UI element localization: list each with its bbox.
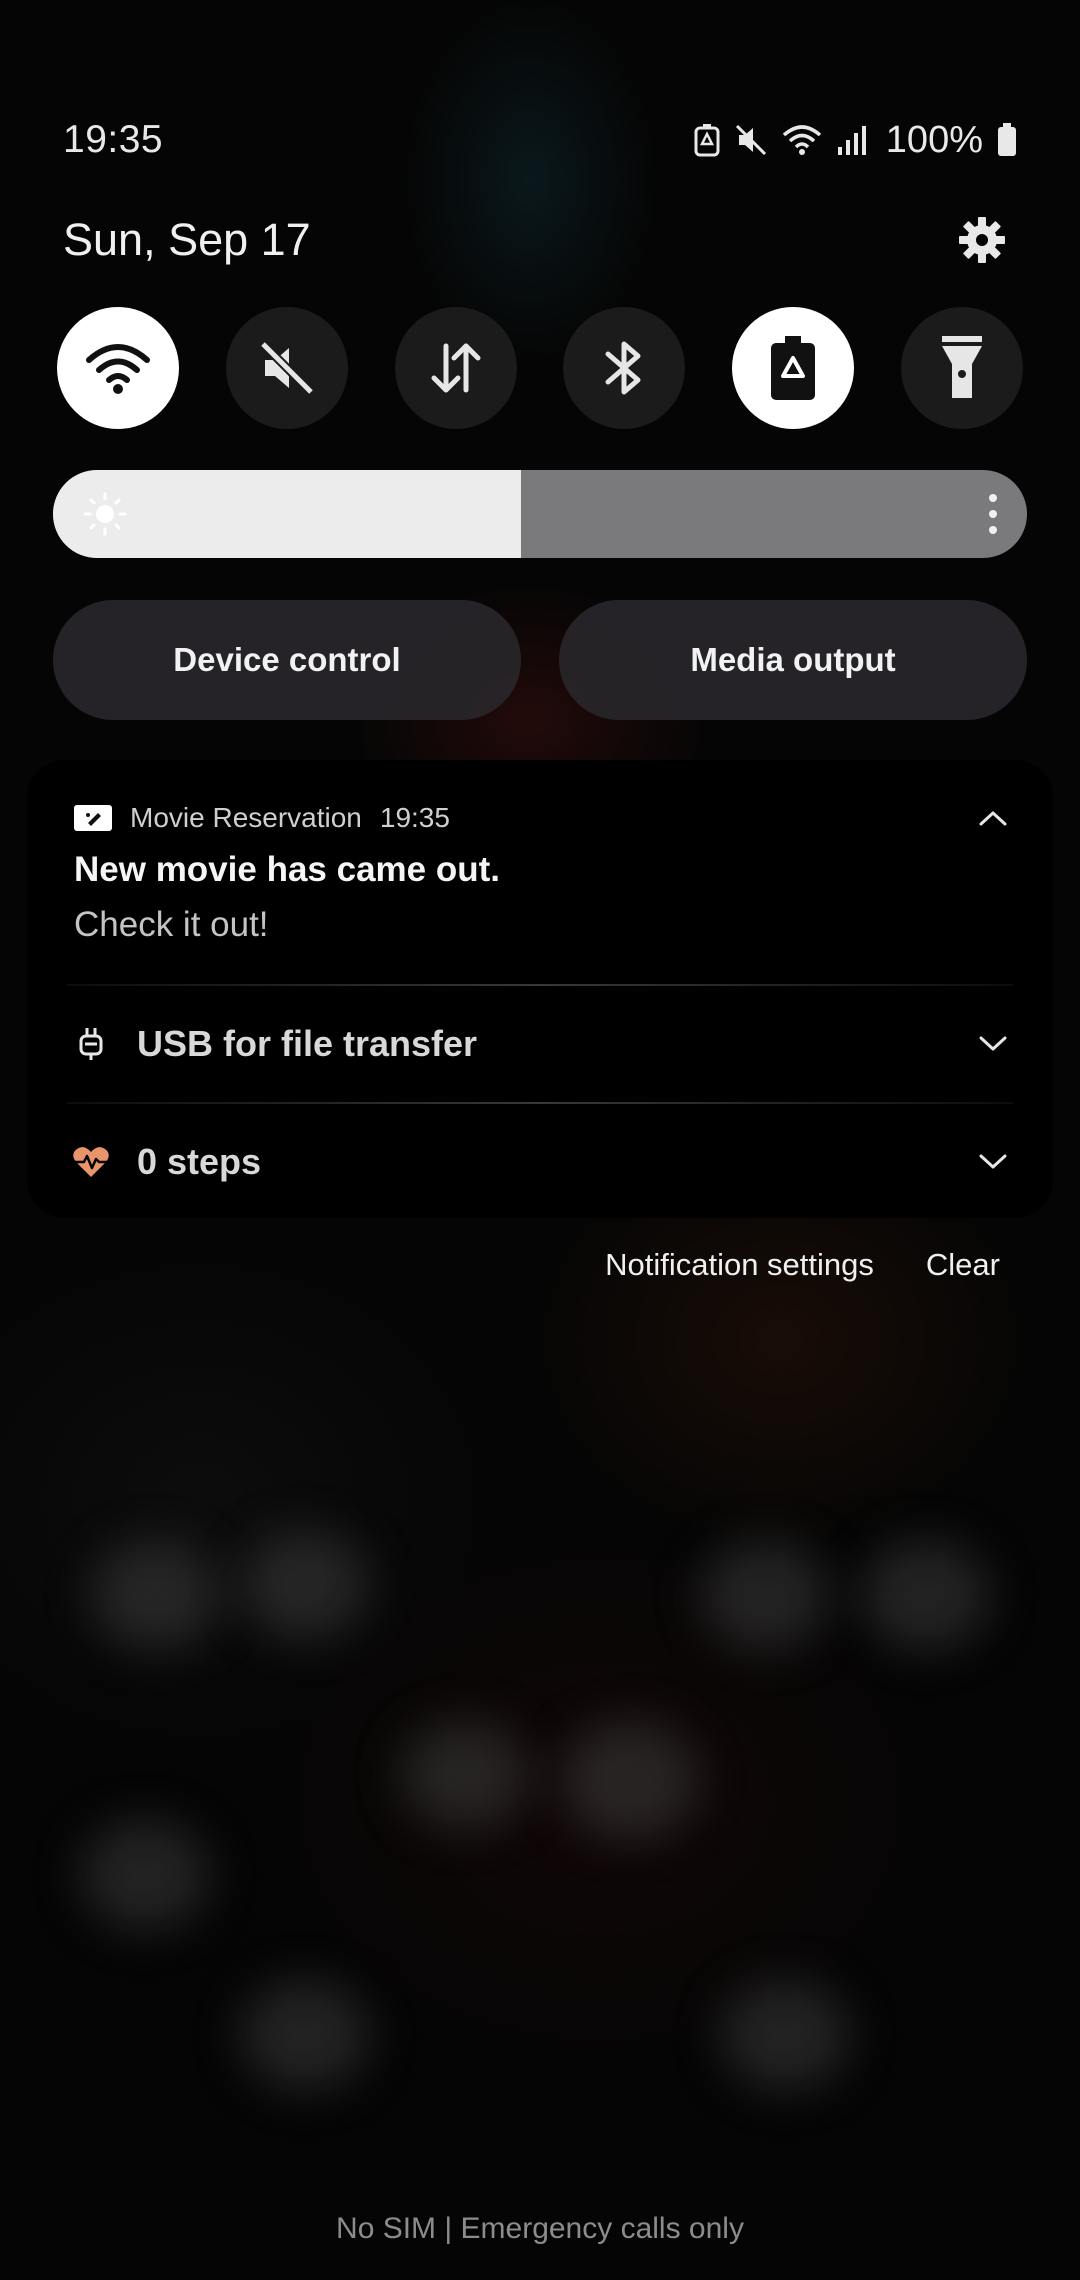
media-output-button[interactable]: Media output — [559, 600, 1027, 720]
notification-body: Check it out! — [74, 905, 269, 944]
battery-percent: 100% — [885, 118, 983, 161]
brightness-slider[interactable] — [53, 470, 1027, 558]
battery-saver-icon — [694, 123, 720, 157]
notification-usb[interactable]: USB for file transfer — [27, 986, 1053, 1102]
status-time: 19:35 — [63, 118, 164, 161]
blurred-app-icon — [860, 1540, 990, 1650]
panel-buttons: Device control Media output — [53, 600, 1027, 720]
mobile-data-toggle[interactable] — [394, 307, 517, 429]
chevron-down-icon[interactable] — [973, 1024, 1013, 1064]
notification-movie[interactable]: Movie Reservation 19:35 New movie has ca… — [27, 760, 1053, 986]
blurred-app-icon — [90, 1540, 220, 1650]
status-bar: 19:35 100% — [63, 110, 1017, 170]
clear-button[interactable]: Clear — [926, 1247, 1000, 1283]
device-control-button[interactable]: Device control — [53, 600, 521, 720]
sound-toggle[interactable] — [225, 307, 348, 429]
notification-steps-label: 0 steps — [137, 1141, 262, 1182]
blurred-app-icon — [400, 1720, 530, 1830]
power-saving-toggle[interactable] — [732, 307, 855, 429]
bluetooth-icon — [605, 341, 641, 395]
blurred-app-icon — [720, 1980, 850, 2090]
power-saving-icon — [771, 336, 816, 400]
notification-steps[interactable]: 0 steps — [27, 1104, 1053, 1220]
wifi-icon — [782, 123, 822, 157]
quick-toggles — [57, 307, 1023, 429]
blurred-app-icon — [560, 1720, 700, 1840]
more-options-icon[interactable] — [985, 492, 1001, 536]
notification-panel: Movie Reservation 19:35 New movie has ca… — [27, 760, 1053, 1218]
date-text: Sun, Sep 17 — [63, 214, 311, 265]
blurred-app-icon — [700, 1540, 830, 1650]
carrier-text: No SIM | Emergency calls only — [336, 2212, 744, 2245]
notification-header: Movie Reservation 19:35 — [74, 798, 450, 838]
notification-usb-label: USB for file transfer — [137, 1023, 478, 1064]
signal-icon — [836, 123, 868, 157]
chevron-down-icon[interactable] — [973, 1142, 1013, 1182]
notification-time: 19:35 — [379, 802, 450, 833]
ticket-icon — [74, 805, 112, 831]
notification-actions: Notification settings Clear — [605, 1240, 1000, 1290]
usb-icon — [71, 1024, 111, 1064]
mute-icon — [734, 123, 768, 157]
mute-icon — [259, 340, 314, 396]
flashlight-toggle[interactable] — [900, 307, 1023, 429]
date-row: Sun, Sep 17 — [63, 205, 1017, 275]
notification-title: New movie has came out. — [74, 850, 500, 889]
settings-gear-icon[interactable] — [947, 205, 1017, 275]
flashlight-icon — [941, 336, 982, 398]
wifi-icon — [86, 344, 150, 394]
heart-pulse-icon — [71, 1142, 111, 1182]
blurred-app-icon — [240, 1530, 370, 1640]
bluetooth-toggle[interactable] — [563, 307, 686, 429]
battery-icon — [997, 123, 1017, 157]
chevron-up-icon[interactable] — [973, 798, 1013, 838]
notification-settings-button[interactable]: Notification settings — [605, 1247, 874, 1283]
blurred-app-icon — [80, 1820, 210, 1930]
blurred-app-icon — [240, 1980, 370, 2090]
brightness-sun-icon — [83, 492, 127, 536]
mobile-data-icon — [431, 343, 481, 393]
notification-app-name: Movie Reservation — [130, 802, 362, 833]
status-icons: 100% — [694, 119, 1017, 162]
wifi-toggle[interactable] — [57, 307, 179, 429]
